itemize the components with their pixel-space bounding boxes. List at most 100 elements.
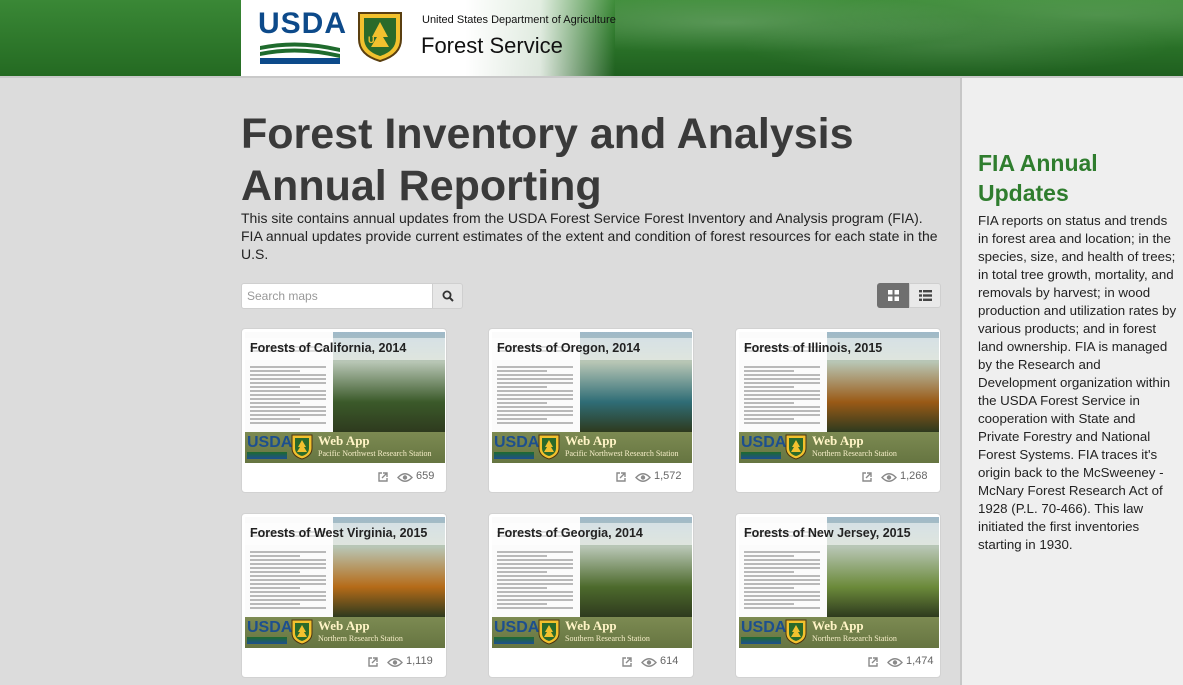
card-title[interactable]: Forests of New Jersey, 2015 xyxy=(744,526,939,542)
doc-text-line xyxy=(744,422,820,424)
view-count: 614 xyxy=(660,655,679,667)
doc-text-line xyxy=(250,366,326,368)
web-app-banner: USDA Web App Pacific Northwest Research … xyxy=(245,432,445,463)
map-card[interactable]: Forests of California, 2014 USDA Web App… xyxy=(241,328,447,493)
doc-text-line xyxy=(497,575,573,577)
doc-text-line xyxy=(250,583,326,585)
search-button[interactable] xyxy=(432,283,463,309)
doc-text-line xyxy=(497,394,573,396)
research-station-label: Pacific Northwest Research Station xyxy=(565,449,679,458)
doc-text-line xyxy=(250,414,326,416)
usda-logo[interactable]: USDA xyxy=(258,8,346,66)
external-link-icon[interactable] xyxy=(867,656,879,668)
map-card[interactable]: Forests of New Jersey, 2015 USDA Web App… xyxy=(735,513,941,678)
doc-text-line xyxy=(250,398,326,400)
doc-text-line xyxy=(744,591,820,593)
doc-text-line xyxy=(250,563,326,565)
doc-text-line xyxy=(497,414,573,416)
web-app-banner: USDA Web App Northern Research Station xyxy=(739,617,939,648)
web-app-label: Web App xyxy=(812,618,864,633)
external-link-icon[interactable] xyxy=(861,471,873,483)
doc-text-line xyxy=(744,559,820,561)
eye-icon xyxy=(397,473,413,482)
card-footer: 659 xyxy=(242,470,446,488)
doc-text-line xyxy=(744,571,794,573)
doc-text-line xyxy=(744,402,794,404)
doc-text-line xyxy=(250,406,326,408)
card-title[interactable]: Forests of California, 2014 xyxy=(250,341,445,357)
card-title[interactable]: Forests of Georgia, 2014 xyxy=(497,526,692,542)
view-count: 1,268 xyxy=(900,470,928,482)
external-link-icon[interactable] xyxy=(621,656,633,668)
web-app-label: Web App xyxy=(565,433,617,448)
grid-view-icon xyxy=(887,290,899,301)
doc-text-line xyxy=(250,374,326,376)
doc-text-line xyxy=(497,583,573,585)
card-footer: 1,572 xyxy=(489,470,693,488)
doc-text-line xyxy=(744,378,820,380)
doc-text-line xyxy=(250,567,326,569)
list-view-button[interactable] xyxy=(909,283,941,308)
card-thumbnail[interactable]: Forests of New Jersey, 2015 USDA Web App… xyxy=(739,517,939,648)
doc-text-line xyxy=(497,555,547,557)
eye-icon xyxy=(387,658,403,667)
card-thumbnail[interactable]: Forests of California, 2014 USDA Web App… xyxy=(245,332,445,463)
doc-text-line xyxy=(250,551,326,553)
eye-icon xyxy=(641,658,657,667)
external-link-icon[interactable] xyxy=(615,471,627,483)
card-thumbnail[interactable]: Forests of West Virginia, 2015 USDA Web … xyxy=(245,517,445,648)
banner-shield-icon xyxy=(291,434,313,460)
external-link-icon[interactable] xyxy=(377,471,389,483)
doc-text-line xyxy=(744,563,820,565)
doc-text-line xyxy=(497,599,573,601)
doc-text-line xyxy=(497,366,573,368)
doc-text-line xyxy=(250,418,300,420)
doc-text-line xyxy=(744,398,820,400)
map-card[interactable]: Forests of Oregon, 2014 USDA Web App Pac… xyxy=(488,328,694,493)
doc-text-line xyxy=(744,406,820,408)
grid-view-button[interactable] xyxy=(877,283,909,308)
card-thumbnail[interactable]: Forests of Georgia, 2014 USDA Web App So… xyxy=(492,517,692,648)
research-station-label: Southern Research Station xyxy=(565,634,650,643)
map-card[interactable]: Forests of West Virginia, 2015 USDA Web … xyxy=(241,513,447,678)
usda-swoosh-icon xyxy=(260,42,340,64)
view-toggle xyxy=(877,283,941,308)
card-thumbnail[interactable]: Forests of Oregon, 2014 USDA Web App Pac… xyxy=(492,332,692,463)
map-card[interactable]: Forests of Georgia, 2014 USDA Web App So… xyxy=(488,513,694,678)
doc-text-line xyxy=(497,422,573,424)
doc-text-line xyxy=(744,555,794,557)
map-card[interactable]: Forests of Illinois, 2015 USDA Web App N… xyxy=(735,328,941,493)
doc-text-line xyxy=(250,422,326,424)
card-thumbnail[interactable]: Forests of Illinois, 2015 USDA Web App N… xyxy=(739,332,939,463)
card-title[interactable]: Forests of West Virginia, 2015 xyxy=(250,526,445,542)
doc-text-line xyxy=(744,595,820,597)
doc-text-line xyxy=(497,378,573,380)
research-station-label: Pacific Northwest Research Station xyxy=(318,449,432,458)
view-count: 1,119 xyxy=(406,655,433,667)
card-title[interactable]: Forests of Oregon, 2014 xyxy=(497,341,692,357)
doc-text-line xyxy=(744,390,820,392)
doc-text-line xyxy=(250,603,300,605)
doc-text-line xyxy=(250,410,326,412)
search-input[interactable] xyxy=(242,284,432,308)
banner-usda-swoosh xyxy=(741,452,781,459)
shield-letters: U S xyxy=(368,35,383,45)
card-footer: 1,474 xyxy=(736,655,940,673)
research-station-label: Northern Research Station xyxy=(812,634,897,643)
doc-text-line xyxy=(744,418,794,420)
department-name: United States Department of Agriculture xyxy=(422,14,616,26)
doc-text-line xyxy=(497,402,547,404)
doc-text-line xyxy=(497,567,573,569)
banner-shield-icon xyxy=(785,434,807,460)
forest-service-shield-icon[interactable]: U S xyxy=(355,9,405,63)
card-title[interactable]: Forests of Illinois, 2015 xyxy=(744,341,939,357)
doc-text-line xyxy=(744,386,794,388)
web-app-label: Web App xyxy=(812,433,864,448)
doc-text-line xyxy=(744,366,820,368)
doc-text-line xyxy=(497,386,547,388)
external-link-icon[interactable] xyxy=(367,656,379,668)
view-count: 1,572 xyxy=(654,470,682,482)
web-app-banner: USDA Web App Northern Research Station xyxy=(739,432,939,463)
doc-text-line xyxy=(497,551,573,553)
doc-text-line xyxy=(250,402,300,404)
